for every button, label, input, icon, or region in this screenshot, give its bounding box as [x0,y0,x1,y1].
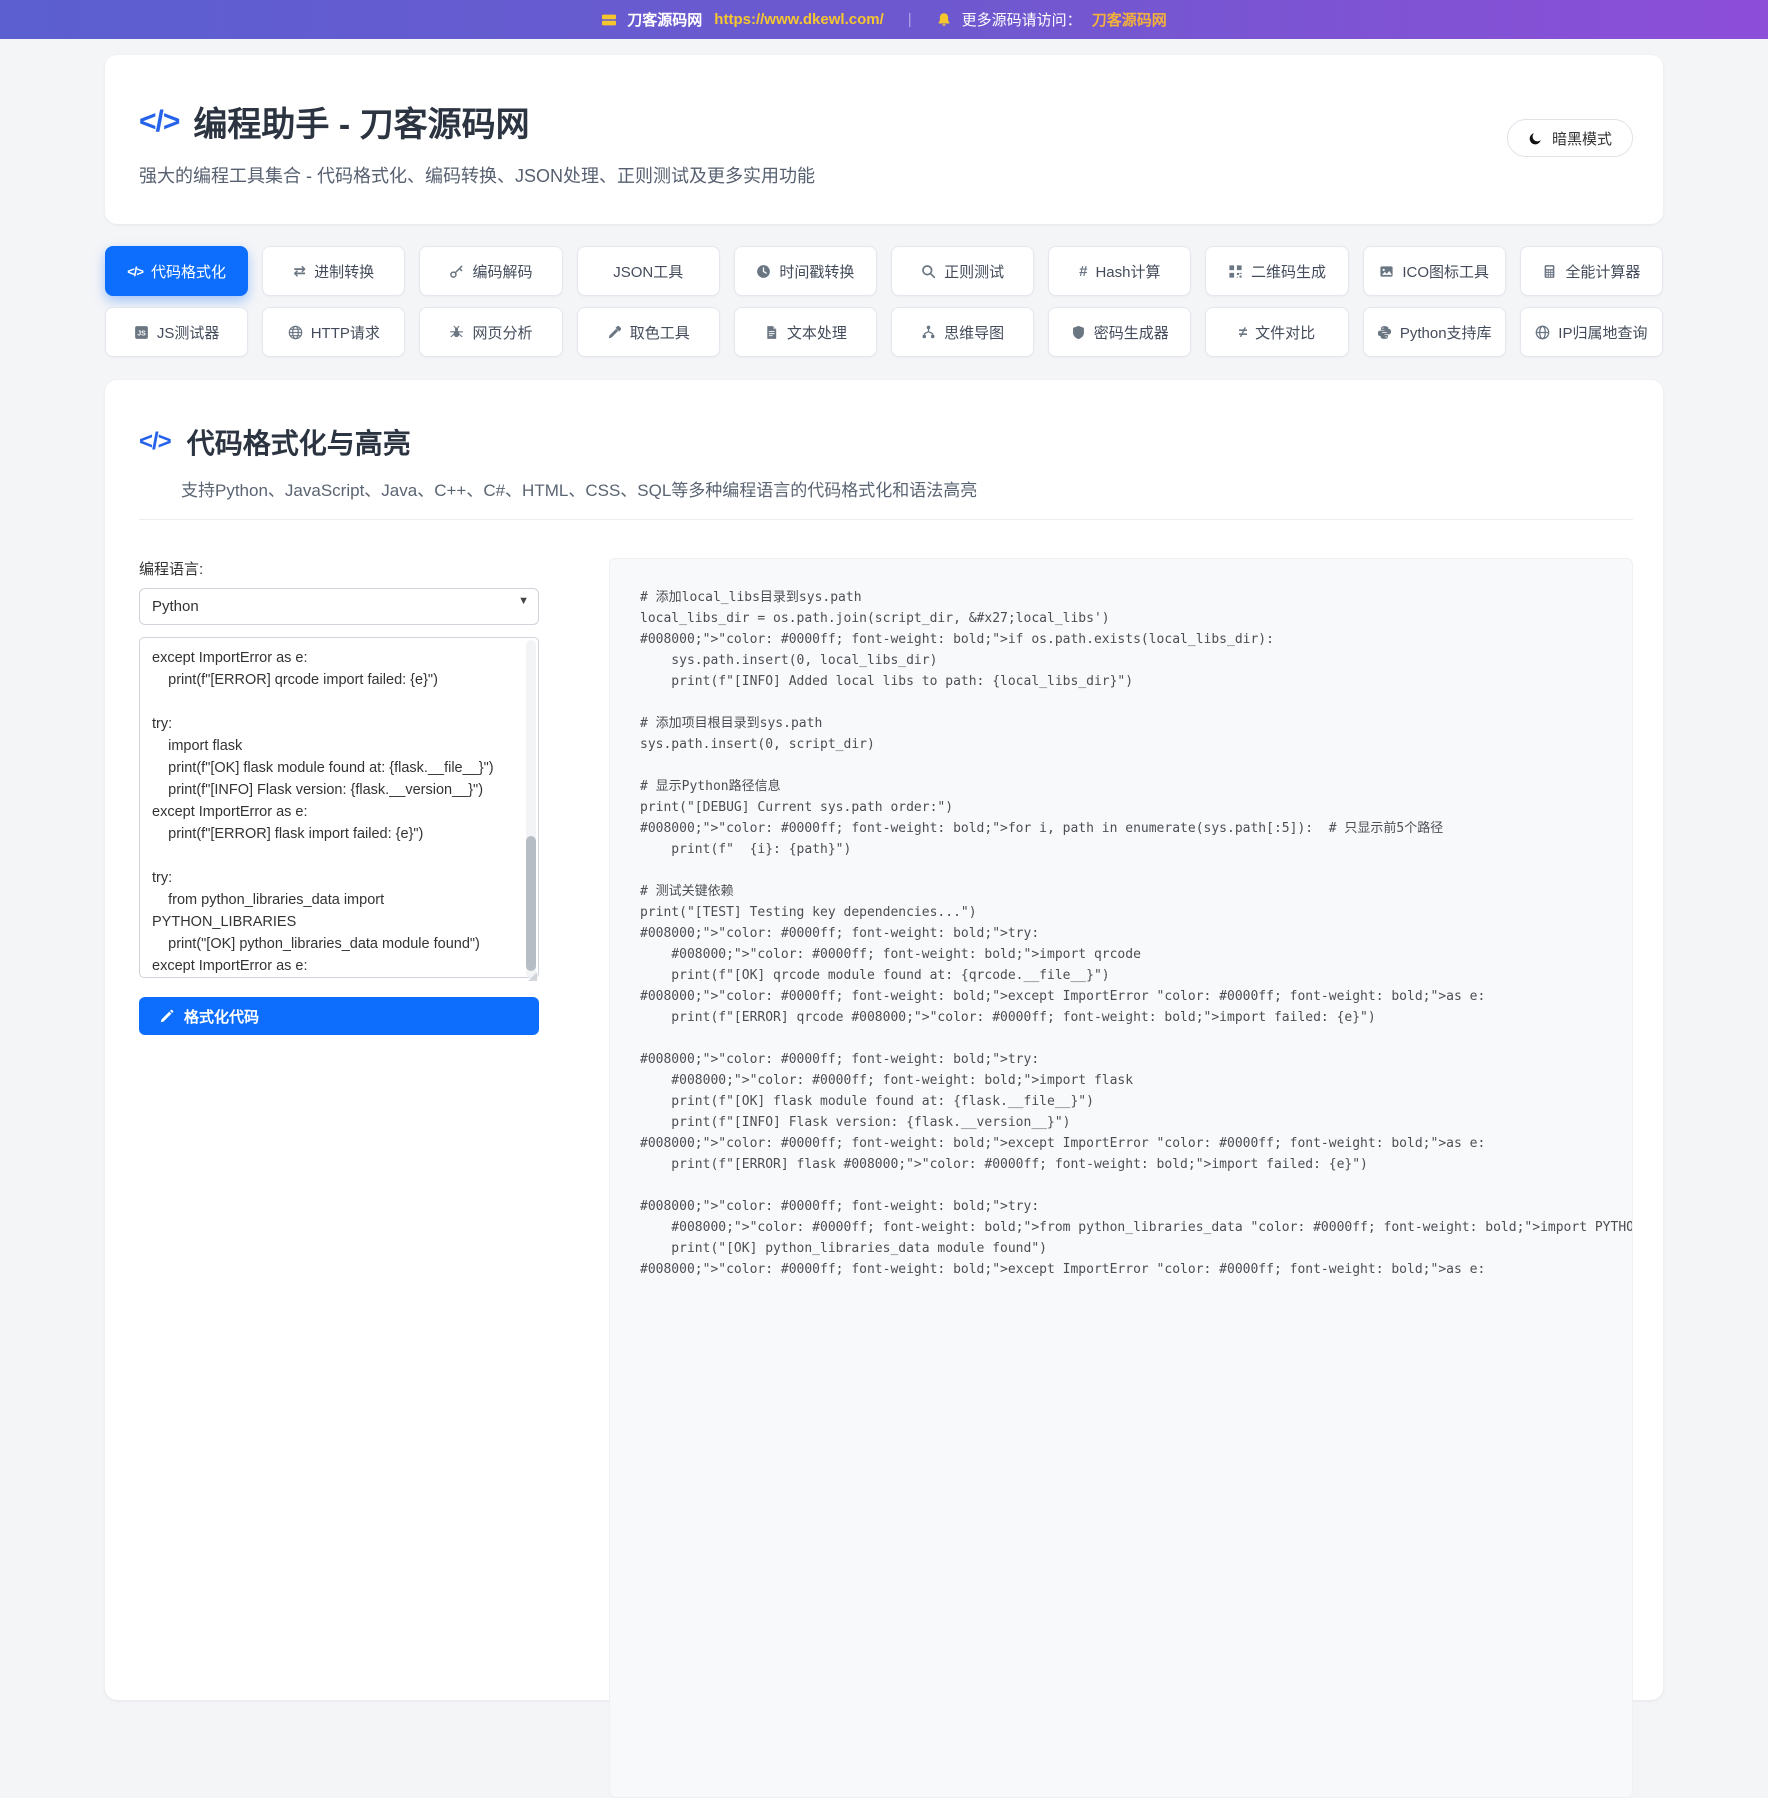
formatted-output-panel[interactable]: # 添加local_libs目录到sys.path local_libs_dir… [609,558,1633,1798]
tab-calculator[interactable]: 全能计算器 [1520,246,1663,296]
tab-label: 时间戳转换 [779,261,854,282]
tab-label: ICO图标工具 [1402,261,1489,282]
tab-label: 思维导图 [944,322,1004,343]
tab-label: 正则测试 [944,261,1004,282]
calculator-icon [1542,264,1557,279]
site-logo-icon [601,12,617,28]
topbar-site-name: 刀客源码网 [627,9,702,30]
section-title: 代码格式化与高亮 [187,422,411,462]
tab-label: Hash计算 [1095,261,1160,282]
tab-base-convert[interactable]: ⇄ 进制转换 [262,246,405,296]
tab-label: 文件对比 [1255,322,1315,343]
chevron-down-icon: ▼ [518,595,529,607]
formatter-card: </> 代码格式化与高亮 支持Python、JavaScript、Java、C+… [105,380,1663,1700]
header-card: </> 编程助手 - 刀客源码网 强大的编程工具集合 - 代码格式化、编码转换、… [105,55,1663,224]
not-equal-icon: ≠ [1239,325,1247,340]
tool-tabs: </> 代码格式化 ⇄ 进制转换 编码解码 JSON工具 时间戳转换 正则测试 # Hash计算 二… [105,246,1663,357]
tab-password-gen[interactable]: 密码生成器 [1048,307,1191,357]
topbar-more-text: 更多源码请访问： [962,9,1082,30]
page-title: 编程助手 - 刀客源码网 [193,97,529,146]
textarea-scrollbar-track[interactable] [526,640,536,978]
code-icon: </> [127,264,143,279]
tab-label: 文本处理 [787,322,847,343]
dark-mode-button[interactable]: 暗黑模式 [1507,119,1633,157]
tab-label: 全能计算器 [1565,261,1640,282]
textarea-scrollbar-thumb[interactable] [526,836,536,971]
file-icon [764,325,779,340]
tab-label: 取色工具 [630,322,690,343]
format-code-button[interactable]: 格式化代码 [139,997,539,1035]
tab-ip-lookup[interactable]: IP归属地查询 [1520,307,1663,357]
tab-python-libs[interactable]: Python支持库 [1363,307,1506,357]
formatted-output-code: # 添加local_libs目录到sys.path local_libs_dir… [640,587,1602,1280]
tab-qrcode-gen[interactable]: 二维码生成 [1205,246,1348,296]
moon-icon [1528,131,1543,146]
svg-text:JS: JS [137,330,146,337]
tab-regex-test[interactable]: 正则测试 [891,246,1034,296]
code-input[interactable]: except ImportError as e: print(f"[ERROR]… [139,637,539,978]
tab-label: JS测试器 [157,322,220,343]
tab-label: JSON工具 [613,261,683,282]
tab-label: 网页分析 [472,322,532,343]
search-icon [921,264,936,279]
code-input-wrap: except ImportError as e: print(f"[ERROR]… [139,637,539,983]
bell-icon [936,12,952,28]
textarea-resize-handle[interactable] [528,972,537,981]
eyedropper-icon [607,325,622,340]
pencil-icon [159,1009,174,1024]
swap-icon: ⇄ [293,264,306,279]
python-icon [1377,325,1392,340]
tab-color-picker[interactable]: 取色工具 [577,307,720,357]
code-icon: </> [139,105,179,139]
input-column: 编程语言: Python ▼ except ImportError as e: … [139,558,539,1798]
topbar-separator: | [908,11,912,28]
tab-hash-calc[interactable]: # Hash计算 [1048,246,1191,296]
image-icon [1379,264,1394,279]
spider-icon [449,325,464,340]
tab-label: 编码解码 [472,261,532,282]
tab-text-process[interactable]: 文本处理 [734,307,877,357]
tab-json-tools[interactable]: JSON工具 [577,246,720,296]
globe-meridian-icon [1535,325,1550,340]
language-selected-value: Python [152,598,199,615]
shield-icon [1071,325,1086,340]
js-icon: JS [134,325,149,340]
qrcode-icon [1228,264,1243,279]
format-code-label: 格式化代码 [184,1006,259,1027]
tab-encode-decode[interactable]: 编码解码 [419,246,562,296]
tab-timestamp-convert[interactable]: 时间戳转换 [734,246,877,296]
topbar: 刀客源码网 https://www.dkewl.com/ | 更多源码请访问： … [0,0,1768,39]
dark-mode-label: 暗黑模式 [1552,128,1612,149]
divider [139,519,1633,520]
tab-js-tester[interactable]: JS JS测试器 [105,307,248,357]
tab-code-format[interactable]: </> 代码格式化 [105,246,248,296]
tab-label: 代码格式化 [151,261,226,282]
globe-icon [288,325,303,340]
section-subtitle: 支持Python、JavaScript、Java、C++、C#、HTML、CSS… [181,476,1633,501]
tab-mindmap[interactable]: 思维导图 [891,307,1034,357]
page-subtitle: 强大的编程工具集合 - 代码格式化、编码转换、JSON处理、正则测试及更多实用功… [139,162,1619,188]
tab-label: 进制转换 [314,261,374,282]
tab-label: IP归属地查询 [1558,322,1647,343]
topbar-more-link[interactable]: 刀客源码网 [1092,9,1167,30]
tab-ico-tools[interactable]: ICO图标工具 [1363,246,1506,296]
tab-label: 密码生成器 [1094,322,1169,343]
topbar-site-url-link[interactable]: https://www.dkewl.com/ [714,11,883,28]
tab-label: 二维码生成 [1251,261,1326,282]
language-select[interactable]: Python ▼ [139,588,539,625]
tab-web-analyze[interactable]: 网页分析 [419,307,562,357]
language-label: 编程语言: [139,558,539,579]
tab-label: HTTP请求 [311,322,380,343]
tab-label: Python支持库 [1400,322,1492,343]
tab-file-diff[interactable]: ≠ 文件对比 [1205,307,1348,357]
key-icon [449,264,464,279]
hash-icon: # [1079,264,1087,279]
sitemap-icon [921,325,936,340]
clock-icon [756,264,771,279]
tab-http-request[interactable]: HTTP请求 [262,307,405,357]
code-icon: </> [139,428,171,456]
